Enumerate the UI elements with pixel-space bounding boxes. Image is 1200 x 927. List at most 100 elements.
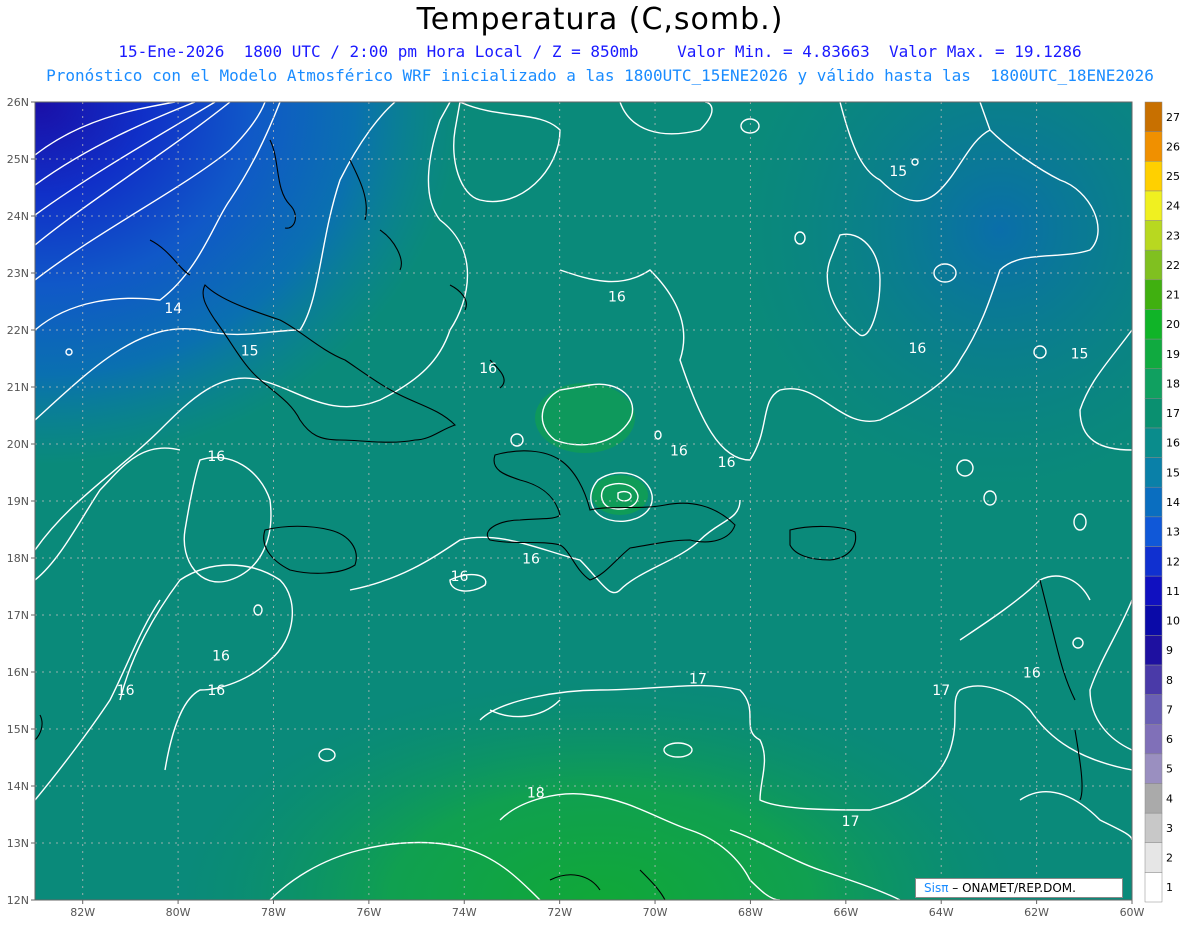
lat-tick-label: 19N xyxy=(7,495,29,508)
colorbar-label: 16 xyxy=(1166,437,1180,450)
lat-tick-label: 12N xyxy=(7,894,29,907)
colorbar-label: 6 xyxy=(1166,733,1173,746)
colorbar-swatch xyxy=(1144,190,1163,221)
colorbar-swatch xyxy=(1144,842,1163,873)
lat-tick-label: 25N xyxy=(7,153,29,166)
lat-tick-label: 18N xyxy=(7,552,29,565)
colorbar-label: 12 xyxy=(1166,555,1180,568)
colorbar-swatch xyxy=(1144,398,1163,429)
lon-tick-label: 78W xyxy=(261,906,286,919)
colorbar-swatch xyxy=(1144,457,1163,488)
contour-value-label: 16 xyxy=(212,649,230,665)
colorbar-swatch xyxy=(1144,427,1163,458)
map-plot-area: 14 15 15 15 16 16 16 16 16 16 16 16 16 16 16 16 17 17 17 18 xyxy=(35,102,1132,900)
colorbar-label: 24 xyxy=(1166,200,1180,213)
contour-value-label: 16 xyxy=(908,341,926,357)
lon-tick-label: 82W xyxy=(70,906,95,919)
colorbar-swatch xyxy=(1144,249,1163,281)
contour-value-label: 14 xyxy=(164,301,182,317)
lat-tick-label: 14N xyxy=(7,780,29,793)
credit-box: Sisπ – ONAMET/REP.DOM. xyxy=(915,878,1123,898)
colorbar-swatch xyxy=(1144,575,1163,606)
latitude-axis: 26N 25N 24N 23N 22N 21N 20N 19N 18N 17N 16N 15N 14N 1… xyxy=(7,96,35,907)
onamet-credit-text: – ONAMET/REP.DOM. xyxy=(952,881,1076,895)
colorbar-label: 9 xyxy=(1166,644,1173,657)
lon-tick-label: 62W xyxy=(1024,906,1049,919)
warm-patch xyxy=(535,383,635,453)
colorbar-swatch xyxy=(1144,812,1163,843)
lon-tick-label: 72W xyxy=(547,906,572,919)
colorbar-label: 3 xyxy=(1166,822,1173,835)
colorbar-label: 27 xyxy=(1166,111,1180,124)
contour-value-label: 16 xyxy=(207,449,225,465)
lat-tick-label: 20N xyxy=(7,438,29,451)
colorbar-swatch xyxy=(1144,605,1163,636)
colorbar-swatch xyxy=(1144,131,1163,162)
colorbar-swatch xyxy=(1144,279,1163,310)
colorbar-swatch xyxy=(1144,783,1163,814)
lat-tick-label: 16N xyxy=(7,666,29,679)
lat-tick-label: 26N xyxy=(7,96,29,109)
colorbar-label: 17 xyxy=(1166,407,1180,420)
temperature-map: 14 15 15 15 16 16 16 16 16 16 16 16 16 16 16 16 17 17 17 18… xyxy=(7,96,1180,919)
colorbar-swatch xyxy=(1144,635,1163,666)
sispi-logo-text: Sisπ xyxy=(924,881,949,895)
contour-value-label: 16 xyxy=(451,569,469,585)
colorbar-label: 2 xyxy=(1166,852,1173,865)
lat-tick-label: 17N xyxy=(7,609,29,622)
colorbar-label: 5 xyxy=(1166,763,1173,776)
colorbar-swatch xyxy=(1144,872,1163,903)
lat-tick-label: 23N xyxy=(7,267,29,280)
lat-tick-label: 13N xyxy=(7,837,29,850)
colorbar-swatch xyxy=(1144,338,1163,369)
contour-value-label: 16 xyxy=(522,552,540,568)
contour-value-label: 17 xyxy=(842,814,860,830)
lon-tick-label: 66W xyxy=(833,906,858,919)
lon-tick-label: 74W xyxy=(452,906,477,919)
lon-tick-label: 76W xyxy=(356,906,381,919)
colorbar-label: 13 xyxy=(1166,526,1180,539)
colorbar-label: 11 xyxy=(1166,585,1180,598)
colorbar-label: 20 xyxy=(1166,318,1180,331)
contour-value-label: 16 xyxy=(207,683,225,699)
colorbar-label: 22 xyxy=(1166,259,1180,272)
colorbar-swatch xyxy=(1144,220,1163,251)
colorbar-label: 18 xyxy=(1166,377,1180,390)
contour-value-label: 17 xyxy=(932,683,950,699)
lon-tick-label: 68W xyxy=(738,906,763,919)
colorbar-label: 19 xyxy=(1166,348,1180,361)
colorbar-label: 7 xyxy=(1166,703,1173,716)
lon-tick-label: 80W xyxy=(166,906,191,919)
contour-value-label: 15 xyxy=(241,344,259,360)
colorbar-label: 21 xyxy=(1166,289,1180,302)
contour-value-label: 16 xyxy=(608,290,626,306)
lat-tick-label: 24N xyxy=(7,210,29,223)
contour-value-label: 18 xyxy=(527,785,545,801)
colorbar-label: 26 xyxy=(1166,140,1180,153)
contour-value-label: 15 xyxy=(889,164,907,180)
colorbar-label: 15 xyxy=(1166,466,1180,479)
contour-value-label: 16 xyxy=(479,361,497,377)
colorbar-swatch xyxy=(1144,101,1163,132)
lon-tick-label: 70W xyxy=(643,906,668,919)
lat-tick-label: 21N xyxy=(7,381,29,394)
lat-tick-label: 15N xyxy=(7,723,29,736)
contour-value-label: 16 xyxy=(117,683,135,699)
colorbar-label: 10 xyxy=(1166,615,1180,628)
colorbar-swatch xyxy=(1144,546,1163,577)
colorbar-swatch xyxy=(1144,486,1163,518)
colorbar-label: 23 xyxy=(1166,229,1180,242)
contour-value-label: 16 xyxy=(670,443,688,459)
colorbar-label: 4 xyxy=(1166,792,1173,805)
lat-tick-label: 22N xyxy=(7,324,29,337)
colorbar-swatch xyxy=(1144,161,1163,192)
contour-value-label: 17 xyxy=(689,671,707,687)
contour-value-label: 15 xyxy=(1071,347,1089,363)
colorbar-swatch xyxy=(1144,694,1163,725)
contour-value-label: 16 xyxy=(718,455,736,471)
colorbar-swatch xyxy=(1144,368,1163,399)
longitude-axis: 82W 80W 78W 76W 74W 72W 70W 68W 66W 64W 62W 60W xyxy=(70,900,1145,919)
colorbar-label: 25 xyxy=(1166,170,1180,183)
colorbar-swatch xyxy=(1144,753,1163,784)
contour-value-label: 16 xyxy=(1023,666,1041,682)
